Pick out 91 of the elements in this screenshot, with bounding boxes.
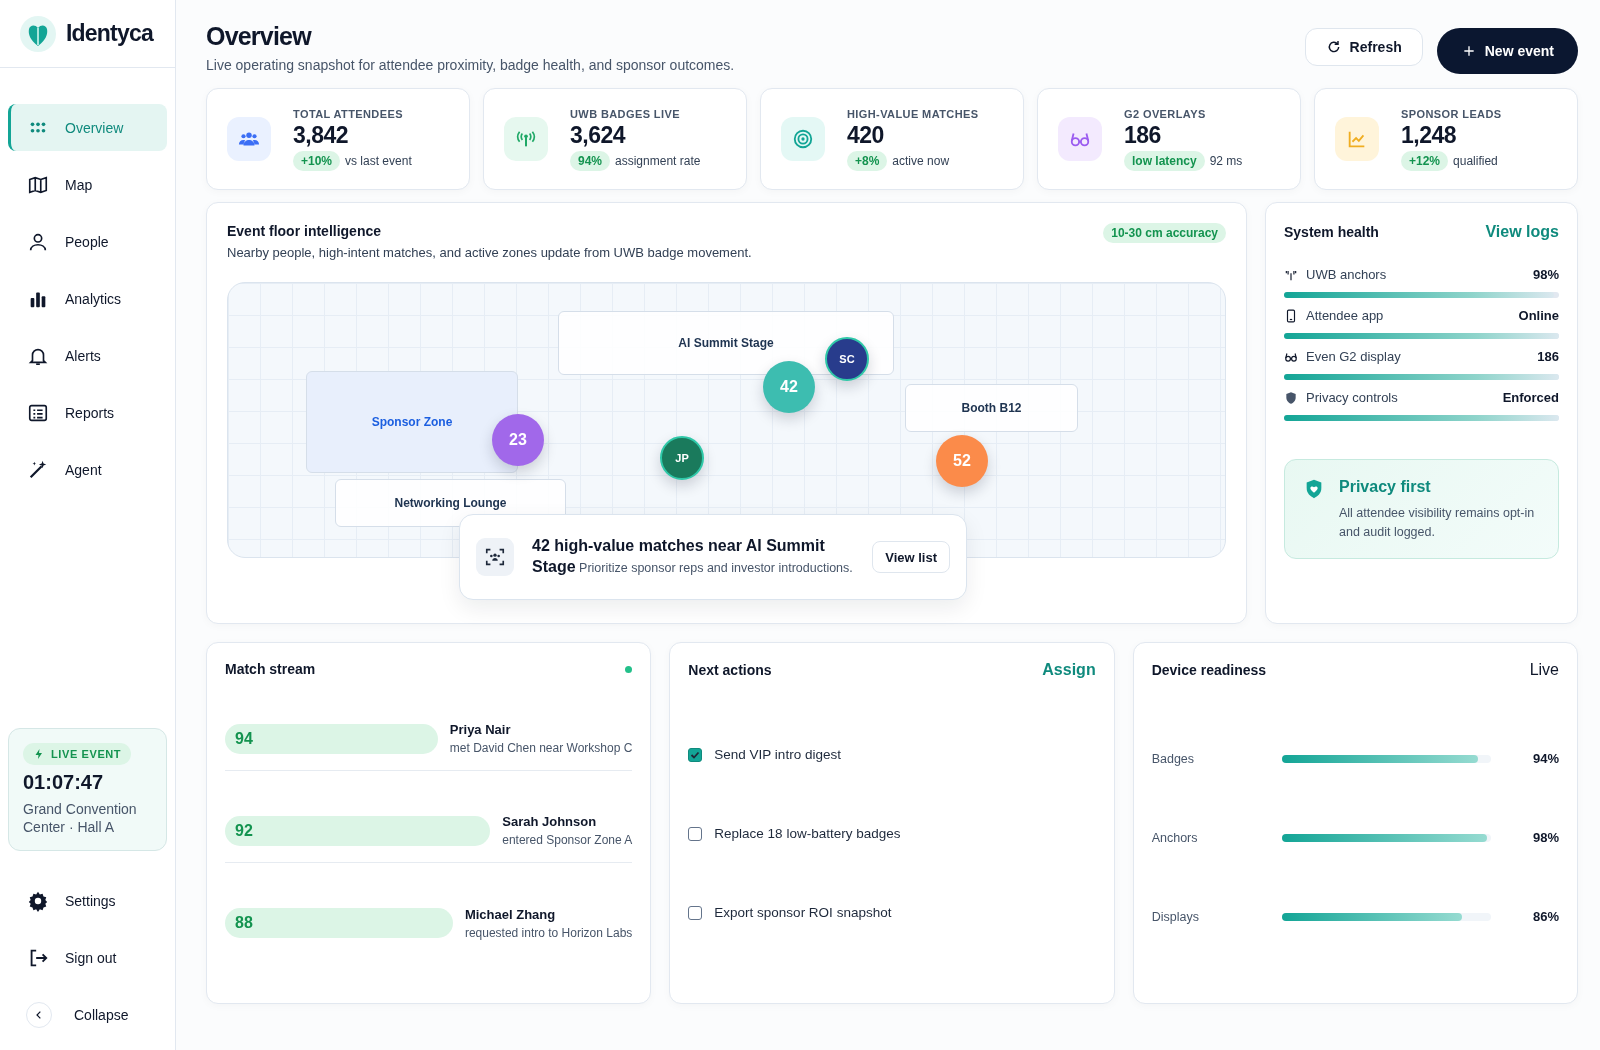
nav-item[interactable]: Map: [8, 161, 167, 208]
status-label: Live: [1529, 661, 1559, 679]
trend-badge: +8%: [847, 150, 888, 171]
nav-item[interactable]: Analytics: [8, 275, 167, 322]
panel-title: Device readiness: [1151, 662, 1267, 678]
stat-label: HIGH-VALUE MATCHES: [847, 107, 979, 120]
nav-item[interactable]: Reports: [8, 389, 167, 436]
view-list-button[interactable]: View list: [872, 541, 950, 573]
health-value: 98%: [1532, 267, 1559, 282]
stat-label: UWB BADGES LIVE: [570, 107, 681, 120]
notice-text: All attendee visibility remains opt-in and audit logged.: [1339, 505, 1536, 541]
trend-badge: +10%: [293, 150, 341, 171]
health-label: Privacy controls: [1306, 390, 1399, 405]
phone-icon: [1284, 308, 1298, 323]
panel-title: Event floor intelligence: [227, 223, 383, 239]
health-label: Attendee app: [1306, 308, 1385, 323]
readiness-value: 86%: [1532, 909, 1559, 924]
attendee-name: Priya Nair: [449, 722, 512, 737]
attendee-name: Sarah Johnson: [502, 814, 598, 829]
heart-logo-icon: [20, 15, 56, 52]
trend-badge: low latency: [1124, 150, 1205, 171]
nav-item[interactable]: Overview: [8, 104, 167, 151]
target-icon: [792, 128, 814, 150]
panel-title: Match stream: [225, 661, 316, 677]
stat-label: TOTAL ATTENDEES: [293, 107, 404, 120]
match-score: 94: [225, 723, 438, 754]
match-score: 92: [225, 815, 491, 846]
panel-title: System health: [1284, 224, 1379, 240]
assign-link[interactable]: Assign: [1042, 661, 1096, 679]
trend-badge: +12%: [1401, 150, 1449, 171]
nav-item[interactable]: People: [8, 218, 167, 265]
stat-value: 3,624: [570, 121, 627, 149]
checkbox[interactable]: [688, 747, 703, 762]
stat-note: vs last event: [345, 153, 412, 168]
checkbox[interactable]: [688, 826, 703, 841]
nav-item[interactable]: Agent: [8, 446, 167, 493]
match-detail: entered Sponsor Zone A: [502, 833, 633, 847]
stat-value: 186: [1124, 121, 1162, 149]
map-zone[interactable]: Booth B12: [905, 384, 1078, 432]
stat-label: G2 OVERLAYS: [1124, 107, 1207, 120]
match-detail: requested intro to Horizon Labs: [464, 925, 633, 940]
shield-icon: [1284, 390, 1298, 405]
match-detail: met David Chen near Workshop C: [449, 741, 633, 755]
device-label: Displays: [1151, 909, 1200, 924]
stat-value: 1,248: [1401, 121, 1458, 149]
health-label: UWB anchors: [1306, 267, 1388, 282]
device-label: Anchors: [1151, 830, 1199, 845]
magic-wand-icon: [27, 458, 49, 481]
callout-text: 42 high-value matches near AI Summit Stage Prioritize sponsor reps and investor introductions.: [532, 536, 854, 577]
person-marker[interactable]: JP: [660, 436, 704, 480]
health-value: Online: [1518, 308, 1559, 323]
stat-note: active now: [892, 153, 950, 168]
checkbox[interactable]: [688, 905, 703, 920]
cluster-marker[interactable]: 23: [492, 414, 544, 466]
readiness-value: 98%: [1532, 830, 1559, 845]
nav-item[interactable]: Sign out: [8, 934, 167, 981]
nav-item[interactable]: Collapse: [8, 991, 167, 1038]
attendee-name: Michael Zhang: [464, 906, 557, 922]
task-label: Send VIP intro digest: [714, 747, 841, 762]
page-subtitle: Live operating snapshot for attendee proximity, badge health, and sponsor outcomes.: [206, 57, 735, 73]
event-timer: 01:07:47: [23, 771, 104, 794]
venue-name: Grand Convention Center · Hall A: [23, 800, 138, 836]
refresh-button[interactable]: Refresh: [1304, 28, 1423, 66]
match-score: 88: [225, 908, 453, 938]
nav-item[interactable]: Settings: [8, 877, 167, 924]
accuracy-badge: 10-30 cm accuracy: [1103, 223, 1226, 243]
stat-label: SPONSOR LEADS: [1401, 107, 1502, 120]
view-logs-link[interactable]: View logs: [1485, 223, 1559, 241]
stat-note: assignment rate: [615, 153, 701, 168]
health-value: 186: [1537, 349, 1559, 364]
notice-title: Privacy first: [1339, 478, 1432, 496]
live-dot-icon: [625, 665, 633, 673]
health-value: Enforced: [1502, 390, 1559, 405]
group-scan-icon: [484, 546, 506, 568]
device-label: Badges: [1151, 751, 1196, 766]
page-title: Overview: [206, 22, 313, 51]
health-label: Even G2 display: [1306, 349, 1402, 364]
stat-note: qualified: [1453, 153, 1498, 168]
task-label: Replace 18 low-battery badges: [714, 826, 901, 841]
new-event-button[interactable]: New event: [1436, 28, 1578, 74]
stat-value: 420: [847, 121, 885, 149]
stat-note: 92 ms: [1209, 153, 1243, 168]
panel-subtitle: Nearby people, high-intent matches, and active zones update from UWB badge movement.: [227, 245, 752, 260]
brand-name: Identyca: [66, 20, 153, 47]
readiness-value: 94%: [1532, 751, 1559, 766]
panel-title: Next actions: [688, 662, 772, 678]
trend-badge: 94%: [570, 150, 611, 171]
nav-item[interactable]: Alerts: [8, 332, 167, 379]
live-event-badge: LIVE EVENT: [23, 743, 132, 765]
task-label: Export sponsor ROI snapshot: [714, 905, 892, 920]
stat-value: 3,842: [293, 121, 350, 149]
